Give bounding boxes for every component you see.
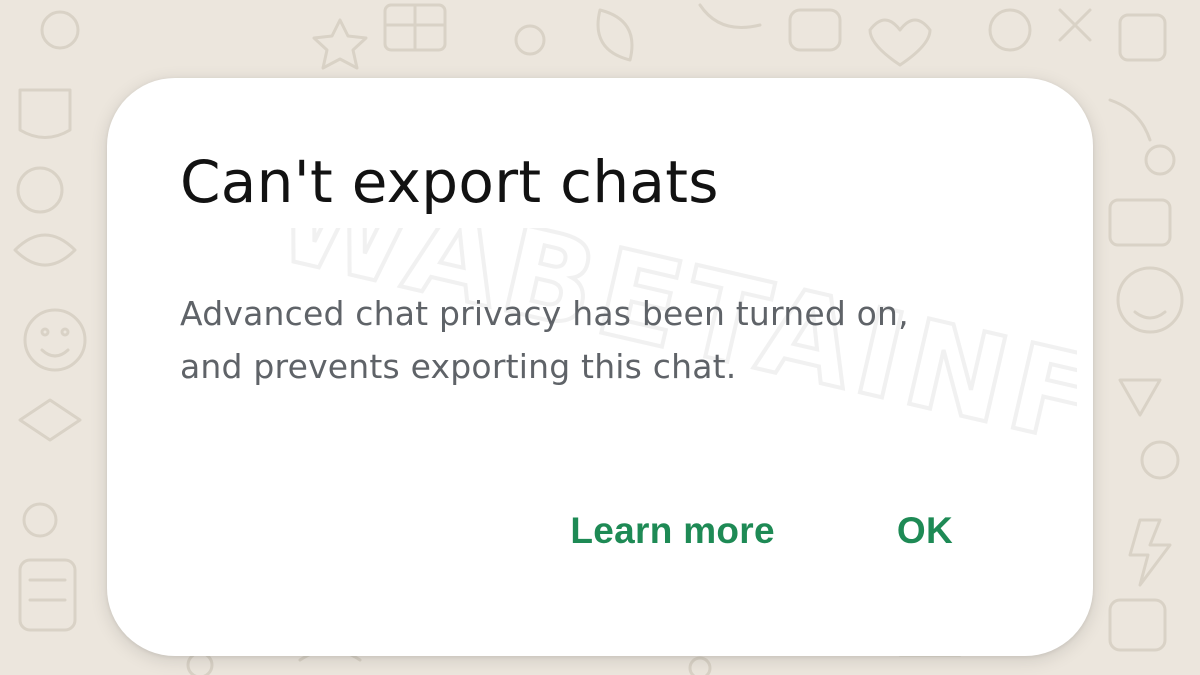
ok-button[interactable]: OK (897, 510, 953, 552)
learn-more-button[interactable]: Learn more (570, 510, 775, 552)
doodle-leaf-icon (596, 8, 634, 62)
doodle-star-icon (312, 18, 368, 70)
doodle-lightning-icon (1128, 518, 1172, 587)
dialog-actions: Learn more OK (570, 510, 953, 552)
doodle-smiley-icon (23, 308, 87, 372)
doodle-circle-icon (40, 10, 80, 50)
dialog-message: Advanced chat privacy has been turned on… (180, 294, 909, 386)
dialog-title: Can't export chats (180, 148, 719, 216)
doodle-smiley-icon (1116, 266, 1184, 334)
doodle-heart-icon (868, 18, 932, 67)
export-chat-dialog: WABETAINFO Can't export chats Advanced c… (107, 78, 1093, 656)
doodle-cup-icon (18, 88, 72, 139)
